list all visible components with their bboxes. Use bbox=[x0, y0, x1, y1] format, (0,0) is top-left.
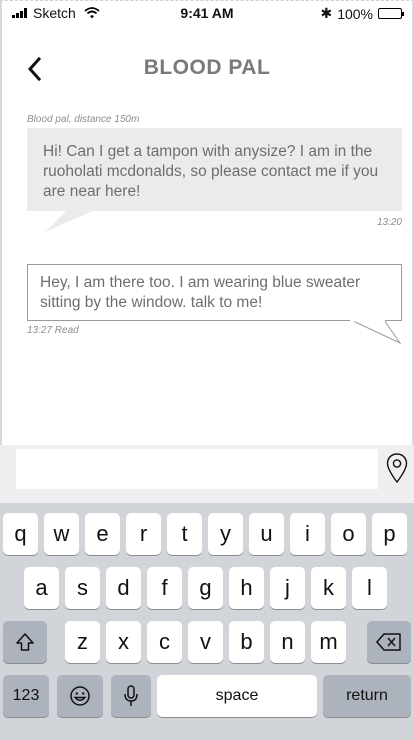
emoji-key[interactable] bbox=[57, 675, 103, 717]
key-a[interactable]: a bbox=[24, 567, 59, 609]
emoji-icon bbox=[70, 686, 90, 706]
keyboard: qwertyuiop asdfghjkl zxcvbnm 123 space r… bbox=[0, 503, 414, 740]
outgoing-message-bubble: Hey, I am there too. I am wearing blue s… bbox=[27, 264, 402, 321]
key-o[interactable]: o bbox=[331, 513, 366, 555]
dictation-key[interactable] bbox=[111, 675, 151, 717]
status-bar: Sketch 9:41 AM ✱ 100% bbox=[0, 0, 414, 26]
shift-icon bbox=[16, 633, 34, 651]
key-d[interactable]: d bbox=[106, 567, 141, 609]
key-x[interactable]: x bbox=[106, 621, 141, 663]
shift-key[interactable] bbox=[3, 621, 47, 663]
key-g[interactable]: g bbox=[188, 567, 223, 609]
key-i[interactable]: i bbox=[290, 513, 325, 555]
key-m[interactable]: m bbox=[311, 621, 346, 663]
map-pin-icon[interactable] bbox=[385, 451, 409, 487]
key-w[interactable]: w bbox=[44, 513, 79, 555]
keyboard-row-3: zxcvbnm bbox=[0, 621, 414, 663]
key-y[interactable]: y bbox=[208, 513, 243, 555]
keyboard-row-4: 123 space return bbox=[0, 675, 414, 717]
battery-label: 100% bbox=[337, 5, 373, 22]
key-e[interactable]: e bbox=[85, 513, 120, 555]
outgoing-bubble-tail bbox=[350, 320, 402, 344]
incoming-message-time: 13:20 bbox=[376, 217, 402, 228]
key-f[interactable]: f bbox=[147, 567, 182, 609]
key-h[interactable]: h bbox=[229, 567, 264, 609]
space-key[interactable]: space bbox=[157, 675, 317, 717]
keyboard-row-2: asdfghjkl bbox=[0, 567, 414, 609]
key-k[interactable]: k bbox=[311, 567, 346, 609]
key-s[interactable]: s bbox=[65, 567, 100, 609]
outgoing-message-status: 13:27 Read bbox=[27, 325, 79, 336]
incoming-message-bubble: Hi! Can I get a tampon with anysize? I a… bbox=[27, 128, 402, 211]
key-q[interactable]: q bbox=[3, 513, 38, 555]
key-z[interactable]: z bbox=[65, 621, 100, 663]
key-r[interactable]: r bbox=[126, 513, 161, 555]
return-key[interactable]: return bbox=[323, 675, 411, 717]
microphone-icon bbox=[124, 685, 138, 706]
keyboard-row-1: qwertyuiop bbox=[0, 513, 414, 555]
key-t[interactable]: t bbox=[167, 513, 202, 555]
backspace-icon bbox=[376, 633, 401, 651]
key-u[interactable]: u bbox=[249, 513, 284, 555]
bluetooth-icon: ✱ bbox=[320, 5, 333, 21]
key-p[interactable]: p bbox=[372, 513, 407, 555]
backspace-key[interactable] bbox=[367, 621, 411, 663]
message-input-bar bbox=[0, 445, 414, 503]
nav-header: BLOOD PAL bbox=[0, 50, 414, 90]
numbers-key[interactable]: 123 bbox=[3, 675, 49, 717]
incoming-sender-meta: Blood pal, distance 150m bbox=[27, 114, 140, 125]
key-v[interactable]: v bbox=[188, 621, 223, 663]
status-right: ✱ 100% bbox=[320, 5, 404, 22]
battery-icon bbox=[378, 8, 404, 19]
key-c[interactable]: c bbox=[147, 621, 182, 663]
key-j[interactable]: j bbox=[270, 567, 305, 609]
key-l[interactable]: l bbox=[352, 567, 387, 609]
key-b[interactable]: b bbox=[229, 621, 264, 663]
key-n[interactable]: n bbox=[270, 621, 305, 663]
message-input[interactable] bbox=[16, 449, 378, 489]
incoming-bubble-tail bbox=[45, 210, 95, 232]
page-title: BLOOD PAL bbox=[143, 56, 271, 79]
